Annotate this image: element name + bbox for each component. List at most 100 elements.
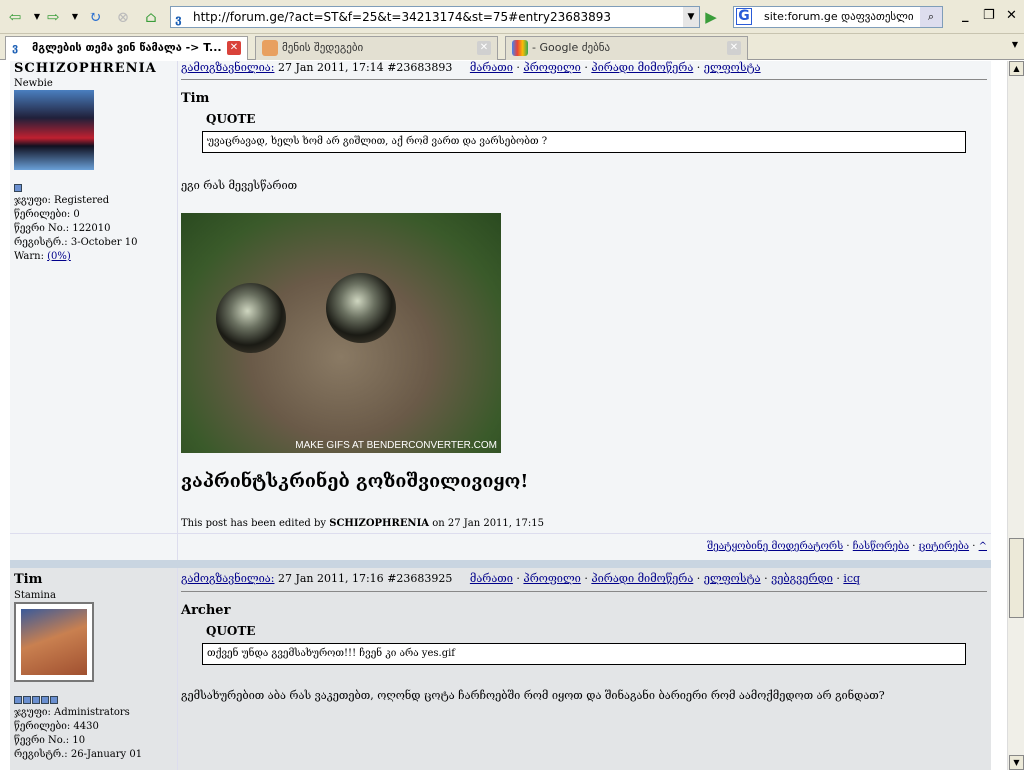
google-icon[interactable]: G <box>736 8 752 25</box>
author-post-count: წერილები: 4430 <box>14 721 99 732</box>
post-link[interactable]: გამოგზავნილია: <box>181 572 274 585</box>
vertical-scrollbar[interactable]: ▲ ▼ <box>1007 61 1024 770</box>
lemur-gif-image: MAKE GIFS AT BENDERCONVERTER.COM <box>181 213 501 453</box>
warn-level-link[interactable]: (0%) <box>47 251 71 262</box>
send-message-link[interactable]: მარათი <box>470 61 513 74</box>
send-message-link[interactable]: მარათი <box>470 572 513 585</box>
lemur-eye <box>326 273 396 343</box>
post-header: გამოგზავნილია: 27 Jan 2011, 17:16 #23683… <box>181 572 861 585</box>
post-author-panel: Tim Stamina ჯგუფი: Administrators წერილე… <box>10 568 178 770</box>
author-group: ჯგუფი: Administrators <box>14 707 130 718</box>
tab-bar: ვ მგლების თემა ვინ წამალა -> T... ✕ მენის … <box>0 34 1024 60</box>
close-tab-icon[interactable]: ✕ <box>727 41 741 55</box>
gif-caption: MAKE GIFS AT BENDERCONVERTER.COM <box>295 440 497 451</box>
top-link[interactable]: ^ <box>979 541 987 552</box>
email-link[interactable]: ელფოსტა <box>704 61 761 74</box>
forum-favicon: ვ <box>12 41 19 54</box>
forum-post: SCHIZOPHRENIA Newbie ჯგუფი: Registered წ… <box>10 61 991 561</box>
author-rank: Newbie <box>14 78 53 89</box>
edit-note-user: SCHIZOPHRENIA <box>329 518 430 529</box>
search-icon[interactable]: ⌕ <box>920 7 942 27</box>
private-message-link[interactable]: პირადი მიმოწერა <box>591 572 693 585</box>
quote-link[interactable]: ციტირება <box>919 541 969 552</box>
close-tab-icon[interactable]: ✕ <box>477 41 491 55</box>
post-entry-id: #23683893 <box>387 61 453 74</box>
tab-list-icon[interactable]: ▼ <box>1012 40 1018 49</box>
report-moderator-link[interactable]: შეატყობინე მოდერატორს <box>707 541 843 552</box>
profile-link[interactable]: პროფილი <box>523 61 580 74</box>
close-window-icon[interactable]: ✕ <box>1006 8 1017 23</box>
post-author-panel: SCHIZOPHRENIA Newbie ჯგუფი: Registered წ… <box>10 61 178 561</box>
divider <box>10 533 991 534</box>
url-dropdown-icon[interactable]: ▼ <box>683 7 699 27</box>
quote-label: QUOTE <box>206 624 256 638</box>
post-header: გამოგზავნილია: 27 Jan 2011, 17:14 #23683… <box>181 61 761 74</box>
forum-post: Tim Stamina ჯგუფი: Administrators წერილე… <box>10 568 991 770</box>
divider <box>181 79 987 80</box>
tab-google[interactable]: - Google ძებნა ✕ <box>505 36 748 60</box>
post-body: გემსახურებით აბა რას ვაკეთებთ, ოღონდ ცოტ… <box>181 689 885 702</box>
profile-link[interactable]: პროფილი <box>523 572 580 585</box>
home-icon[interactable]: ⌂ <box>142 8 160 26</box>
close-tab-icon[interactable]: ✕ <box>227 41 241 55</box>
rank-pip <box>14 184 22 192</box>
tab-label: - Google ძებნა <box>532 41 611 54</box>
browser-toolbar: ⇦ ▼ ⇨ ▼ ↻ ⊗ ⌂ ვ http://forum.ge/?act=ST&f… <box>0 0 1024 34</box>
post-date: 27 Jan 2011, 17:14 <box>277 61 384 74</box>
forward-dropdown-icon[interactable]: ▼ <box>66 8 84 26</box>
lemur-eye <box>216 283 286 353</box>
author-post-count: წერილები: 0 <box>14 209 80 220</box>
restore-icon[interactable]: ❐ <box>983 8 995 23</box>
quote-box: უვაცრავად, ხელს ხომ არ გიშლით, აქ რომ ვა… <box>202 131 966 153</box>
forward-icon[interactable]: ⇨ <box>44 8 62 26</box>
scroll-down-icon[interactable]: ▼ <box>1009 755 1024 770</box>
scroll-up-icon[interactable]: ▲ <box>1009 61 1024 76</box>
icq-link[interactable]: icq <box>843 572 860 585</box>
author-registered: რეგისტრ.: 3-October 10 <box>14 237 138 248</box>
author-member-no: წევრი No.: 122010 <box>14 223 111 234</box>
warn-label: Warn: <box>14 251 44 262</box>
quote-label: QUOTE <box>206 112 256 126</box>
email-link[interactable]: ელფოსტა <box>704 572 761 585</box>
tab-label: მენის შედეგები <box>282 41 364 54</box>
website-link[interactable]: ვებგვერდი <box>771 572 833 585</box>
edit-link[interactable]: ჩასწორება <box>853 541 909 552</box>
stop-icon[interactable]: ⊗ <box>114 8 132 26</box>
post-separator <box>10 560 991 568</box>
author-group: ჯგუფი: Registered <box>14 195 110 206</box>
edit-note-prefix: This post has been edited by <box>181 518 327 529</box>
author-rank: Stamina <box>14 590 56 601</box>
search-box[interactable]: Gsite:forum.ge დაფვათესლი ⌕ <box>733 6 943 28</box>
quote-box: თქვენ უნდა გვემსახუროთ!!! ჩვენ კი არა ye… <box>202 643 966 665</box>
author-registered: რეგისტრ.: 26-January 01 <box>14 749 143 760</box>
tab-forum[interactable]: ვ მგლების თემა ვინ წამალა -> T... ✕ <box>5 36 248 60</box>
scroll-thumb[interactable] <box>1009 538 1024 618</box>
private-message-link[interactable]: პირადი მიმოწერა <box>591 61 693 74</box>
edit-note-date: on 27 Jan 2011, 17:15 <box>432 518 544 529</box>
post-entry-id: #23683925 <box>387 572 453 585</box>
post-footer-actions: შეატყობინე მოდერატორს · ჩასწორება · ციტი… <box>707 541 987 552</box>
go-icon[interactable]: ▶ <box>702 8 720 26</box>
google-favicon <box>512 40 528 56</box>
post-body: ეგი რას მევესწარით <box>181 179 298 192</box>
author-member-no: წევრი No.: 10 <box>14 735 86 746</box>
url-text: http://forum.ge/?act=ST&f=25&t=34213174&… <box>193 10 612 24</box>
quote-author: Tim <box>181 91 210 106</box>
author-name[interactable]: Tim <box>14 572 42 587</box>
minimize-icon[interactable]: _ <box>962 8 969 23</box>
back-icon[interactable]: ⇦ <box>6 8 24 26</box>
post-big-text: ვაპრინტსკრინებ გოზიშვილივიყო! <box>181 471 529 492</box>
author-avatar <box>14 602 94 682</box>
page-content: SCHIZOPHRENIA Newbie ჯგუფი: Registered წ… <box>0 61 1007 770</box>
search-input[interactable]: site:forum.ge დაფვათესლი <box>764 10 914 23</box>
divider <box>181 591 987 592</box>
tab-results[interactable]: მენის შედეგები ✕ <box>255 36 498 60</box>
tab-label: მგლების თემა ვინ წამალა -> T... <box>32 41 222 54</box>
post-link[interactable]: გამოგზავნილია: <box>181 61 274 74</box>
author-avatar <box>14 90 94 170</box>
site-favicon: ვ <box>175 12 182 26</box>
author-name[interactable]: SCHIZOPHRENIA <box>14 61 157 76</box>
rank-pips <box>14 696 58 704</box>
url-bar[interactable]: ვ http://forum.ge/?act=ST&f=25&t=34213174… <box>170 6 700 28</box>
reload-icon[interactable]: ↻ <box>86 8 104 26</box>
